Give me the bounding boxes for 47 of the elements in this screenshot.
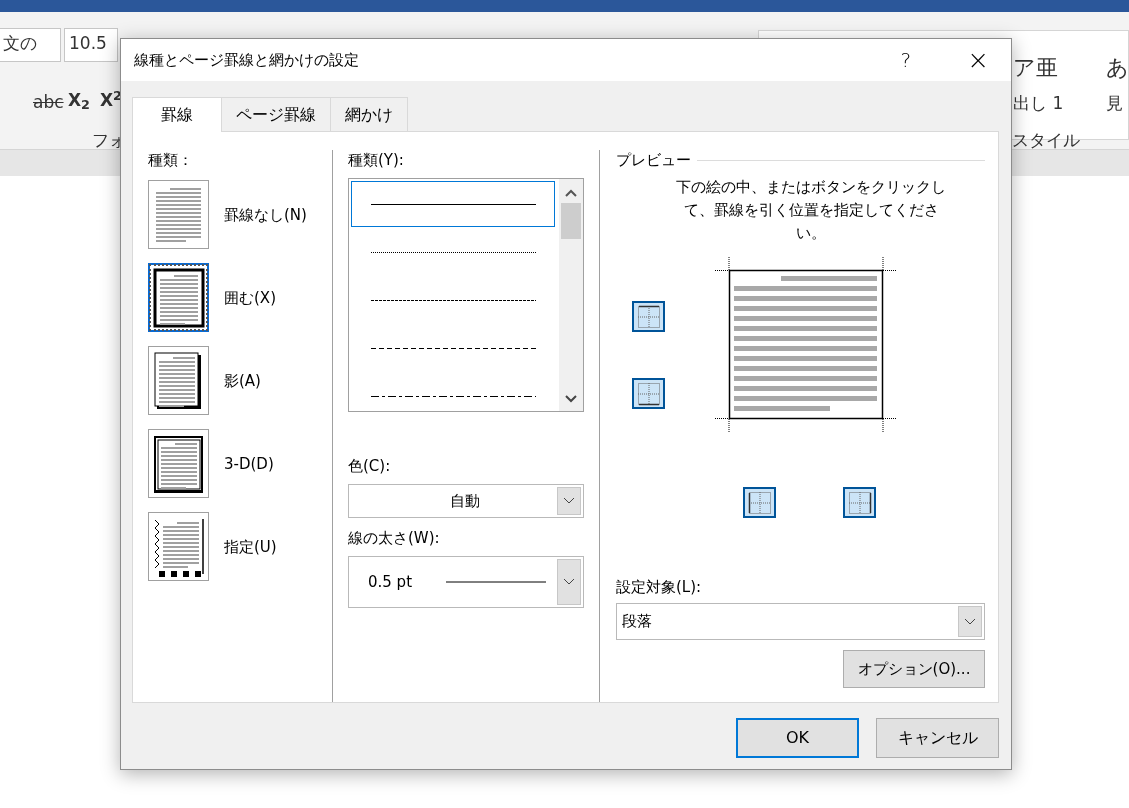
option-label[interactable]: 指定(U)	[224, 536, 277, 557]
instruction-text: 下の絵の中、またはボタンをクリックして、罫線を引く位置を指定してください。	[675, 177, 947, 244]
style-name[interactable]: 見	[1106, 91, 1123, 117]
field-label: 種類(Y):	[348, 150, 405, 170]
cancel-button[interactable]: キャンセル	[876, 718, 999, 758]
help-button[interactable]: ?	[900, 45, 912, 75]
scroll-down-icon	[565, 395, 577, 403]
tab[interactable]: 罫線	[132, 97, 222, 132]
border-setting-button[interactable]	[148, 429, 209, 498]
border-setting-button[interactable]	[148, 263, 209, 332]
group-label: フォ	[92, 129, 126, 152]
style-sample[interactable]: ア亜	[1013, 51, 1058, 84]
option-label[interactable]: 3-D(D)	[224, 453, 274, 474]
field-label: 設定対象(L):	[616, 577, 703, 597]
border-toggle-button[interactable]	[632, 378, 665, 409]
line-style-list[interactable]	[348, 178, 584, 412]
border-toggle-button[interactable]	[743, 487, 776, 518]
style-name[interactable]: 出し 1	[1013, 91, 1064, 117]
border-setting-button[interactable]	[148, 512, 209, 581]
option-label[interactable]: 罫線なし(N)	[224, 204, 307, 225]
group-label: スタイル	[1012, 129, 1080, 152]
scroll-up-icon	[565, 189, 577, 197]
subscript-button[interactable]: X$_{2}$	[68, 88, 90, 114]
tab[interactable]: 網かけ	[330, 97, 408, 131]
ok-button[interactable]: OK	[736, 718, 859, 758]
line-width-dropdown[interactable]: 0.5 pt	[348, 556, 584, 608]
style-sample[interactable]: あ	[1106, 51, 1129, 84]
close-button[interactable]: ×	[967, 40, 989, 80]
line-style-option[interactable]	[351, 181, 555, 227]
strikethrough-button[interactable]: abc	[33, 90, 64, 116]
font-size-field[interactable]: 10.5	[64, 28, 118, 62]
window-title: 線種とページ罫線と網かけの設定	[134, 49, 359, 71]
border-setting-button[interactable]	[148, 346, 209, 415]
scrollbar[interactable]	[559, 179, 583, 411]
options-button[interactable]: オプション(O)...	[843, 650, 985, 688]
field-label: 色(C):	[348, 456, 392, 476]
option-label[interactable]: 囲む(X)	[224, 287, 276, 308]
scroll-thumb[interactable]	[561, 203, 581, 239]
section-label: 種類：	[148, 150, 194, 170]
field-label: 線の太さ(W):	[348, 528, 441, 548]
option-label[interactable]: 影(A)	[224, 370, 261, 391]
border-toggle-button[interactable]	[632, 301, 665, 332]
color-dropdown[interactable]: 自動	[348, 484, 584, 518]
apply-to-dropdown[interactable]: 段落	[616, 603, 985, 640]
font-name-field[interactable]: 文の	[0, 28, 61, 62]
border-toggle-button[interactable]	[843, 487, 876, 518]
section-label: プレビュー	[616, 150, 691, 170]
